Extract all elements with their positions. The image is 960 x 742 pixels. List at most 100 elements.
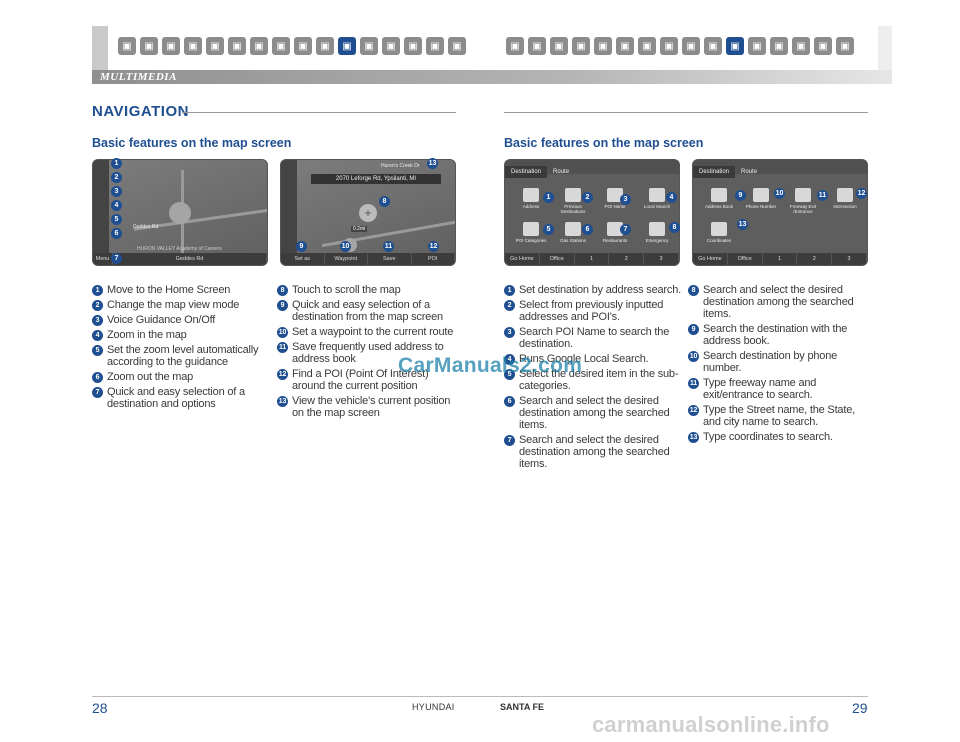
callout-badge-3: 3 — [620, 194, 631, 205]
list-item: 8 Touch to scroll the map — [277, 284, 461, 296]
quick-dest-button[interactable]: 1 — [763, 253, 798, 265]
item-number-badge: 6 — [92, 372, 103, 383]
destination-screen-1: Destination Route Address Previous Destina… — [504, 159, 680, 266]
callout-badge-5: 5 — [111, 214, 122, 225]
multimedia-icon: ▣ — [338, 37, 356, 55]
destination-tile-label: Emergency — [645, 238, 669, 243]
destination-tile-icon[interactable] — [837, 188, 853, 202]
callout-badge-7: 7 — [111, 253, 122, 264]
item-number-badge: 10 — [277, 327, 288, 338]
callout-badge-2: 2 — [111, 172, 122, 183]
callout-badge-3: 3 — [111, 186, 122, 197]
current-road: Geddes Rd — [113, 253, 267, 265]
list-item: 11 Type freeway name and exit/entrance to… — [688, 377, 872, 401]
footer-brand: HYUNDAI — [412, 702, 455, 712]
destination-tile-label: POI Categories — [515, 238, 547, 243]
tool-icon: ▣ — [382, 37, 400, 55]
destination-tile-label: Address Book — [704, 204, 733, 209]
window-icon: ▣ — [836, 37, 854, 55]
seat-icon: ▣ — [550, 37, 568, 55]
destination-tile-icon[interactable] — [753, 188, 769, 202]
quick-dest-button[interactable]: Office — [728, 253, 763, 265]
destination-tile-icon[interactable] — [649, 188, 665, 202]
watermark: CarManuals2.com — [398, 354, 583, 377]
map-action-button[interactable]: Save — [368, 253, 412, 265]
destination-tile-label: Restaurants — [602, 238, 628, 243]
item-text: Search destination by phone number. — [703, 350, 838, 374]
quick-dest-button[interactable]: Go Home — [693, 253, 728, 265]
list-item: 12 Type the Street name, the State, and c… — [688, 404, 872, 428]
road-label: Geddes Rd — [133, 224, 159, 230]
distance-label: 0.2mi — [351, 226, 368, 232]
callout-badge-11: 11 — [817, 190, 828, 201]
item-text: Search and select the desired destinatio… — [519, 434, 670, 470]
map-action-button[interactable]: Waypoint — [325, 253, 368, 265]
tab-route[interactable]: Route — [547, 166, 575, 178]
footer-rule — [92, 696, 868, 697]
destination-tile-label: POI Name — [604, 204, 626, 209]
list-map-actions: 8 Touch to scroll the map 9 Quick and easy … — [277, 284, 461, 422]
multimedia-icon: ▣ — [726, 37, 744, 55]
quick-dest-button[interactable]: 2 — [797, 253, 833, 265]
wheel-icon: ▣ — [206, 37, 224, 55]
list-item: 6 Search and select the desired destinati… — [504, 395, 682, 431]
item-number-badge: 10 — [688, 351, 699, 362]
callout-badge-11: 11 — [383, 241, 394, 252]
road-label: Huron's Creek Dr — [381, 163, 420, 169]
item-number-badge: 5 — [92, 345, 103, 356]
list-item: 2 Change the map view mode — [92, 299, 270, 311]
item-number-badge: 8 — [277, 285, 288, 296]
destination-tile-icon[interactable] — [565, 222, 581, 236]
key-icon: ▣ — [184, 37, 202, 55]
destination-tile-icon[interactable] — [523, 222, 539, 236]
map-action-button[interactable]: POI — [412, 253, 455, 265]
tab-destination[interactable]: Destination — [693, 166, 736, 178]
destination-tile-label: Local Search — [643, 204, 671, 209]
destination-tile-icon[interactable] — [523, 188, 539, 202]
quick-dest-button[interactable]: 3 — [644, 253, 679, 265]
scroll-cursor-icon[interactable]: + — [359, 204, 377, 222]
chapter-icons-right: ▣ ▣ ▣ ▣ ▣ ▣ ▣ ▣ ▣ ▣ ▣ ▣ ▣ ▣ ▣ ▣ — [506, 37, 854, 55]
menu-button[interactable]: Menu — [93, 253, 113, 265]
destination-tile-icon[interactable] — [565, 188, 581, 202]
callout-badge-1: 1 — [543, 192, 554, 203]
destination-tile-icon[interactable] — [711, 188, 727, 202]
wrench-icon: ▣ — [272, 37, 290, 55]
item-text: Search POI Name to search the destinatio… — [519, 326, 670, 350]
page-title: NAVIGATION — [92, 103, 189, 120]
list-item: 6 Zoom out the map — [92, 371, 270, 383]
seat-icon: ▣ — [162, 37, 180, 55]
destination-bottom-bar: Go Home Office 1 2 3 — [505, 253, 679, 265]
destination-tile-icon[interactable] — [649, 222, 665, 236]
poi-label: HURON VALLEY Academy of Careers — [137, 246, 222, 252]
section-label: MULTIMEDIA — [100, 71, 177, 83]
footer-model: SANTA FE — [500, 702, 544, 712]
item-number-badge: 2 — [504, 300, 515, 311]
quick-dest-button[interactable]: 3 — [832, 253, 867, 265]
list-item: 7 Quick and easy selection of a destinati… — [92, 386, 270, 410]
list-item: 7 Search and select the desired destinati… — [504, 434, 682, 470]
item-text: Type the Street name, the State, and cit… — [703, 404, 855, 428]
item-text: Select from previously inputted addresse… — [519, 299, 664, 323]
quick-dest-button[interactable]: Office — [540, 253, 575, 265]
item-text: Touch to scroll the map — [292, 284, 401, 296]
quick-dest-button[interactable]: Go Home — [505, 253, 540, 265]
callout-badge-8: 8 — [379, 196, 390, 207]
destination-tile-icon[interactable] — [795, 188, 811, 202]
destination-tile-icon[interactable] — [711, 222, 727, 236]
quick-dest-button[interactable]: 1 — [575, 253, 610, 265]
steering-icon: ▣ — [140, 37, 158, 55]
tab-destination[interactable]: Destination — [505, 166, 548, 178]
map-action-button[interactable]: Set as Destination — [281, 253, 325, 265]
callout-badge-7: 7 — [620, 224, 631, 235]
page-number-left: 28 — [92, 700, 108, 716]
list-item: 4 Zoom in the map — [92, 329, 270, 341]
item-number-badge: 13 — [277, 396, 288, 407]
item-text: Set destination by address search. — [519, 284, 681, 296]
vehicle-marker — [169, 202, 191, 224]
item-number-badge: 11 — [277, 342, 288, 353]
quick-dest-button[interactable]: 2 — [609, 253, 645, 265]
tab-route[interactable]: Route — [735, 166, 763, 178]
bluetooth-icon: ▣ — [294, 37, 312, 55]
item-number-badge: 3 — [504, 327, 515, 338]
